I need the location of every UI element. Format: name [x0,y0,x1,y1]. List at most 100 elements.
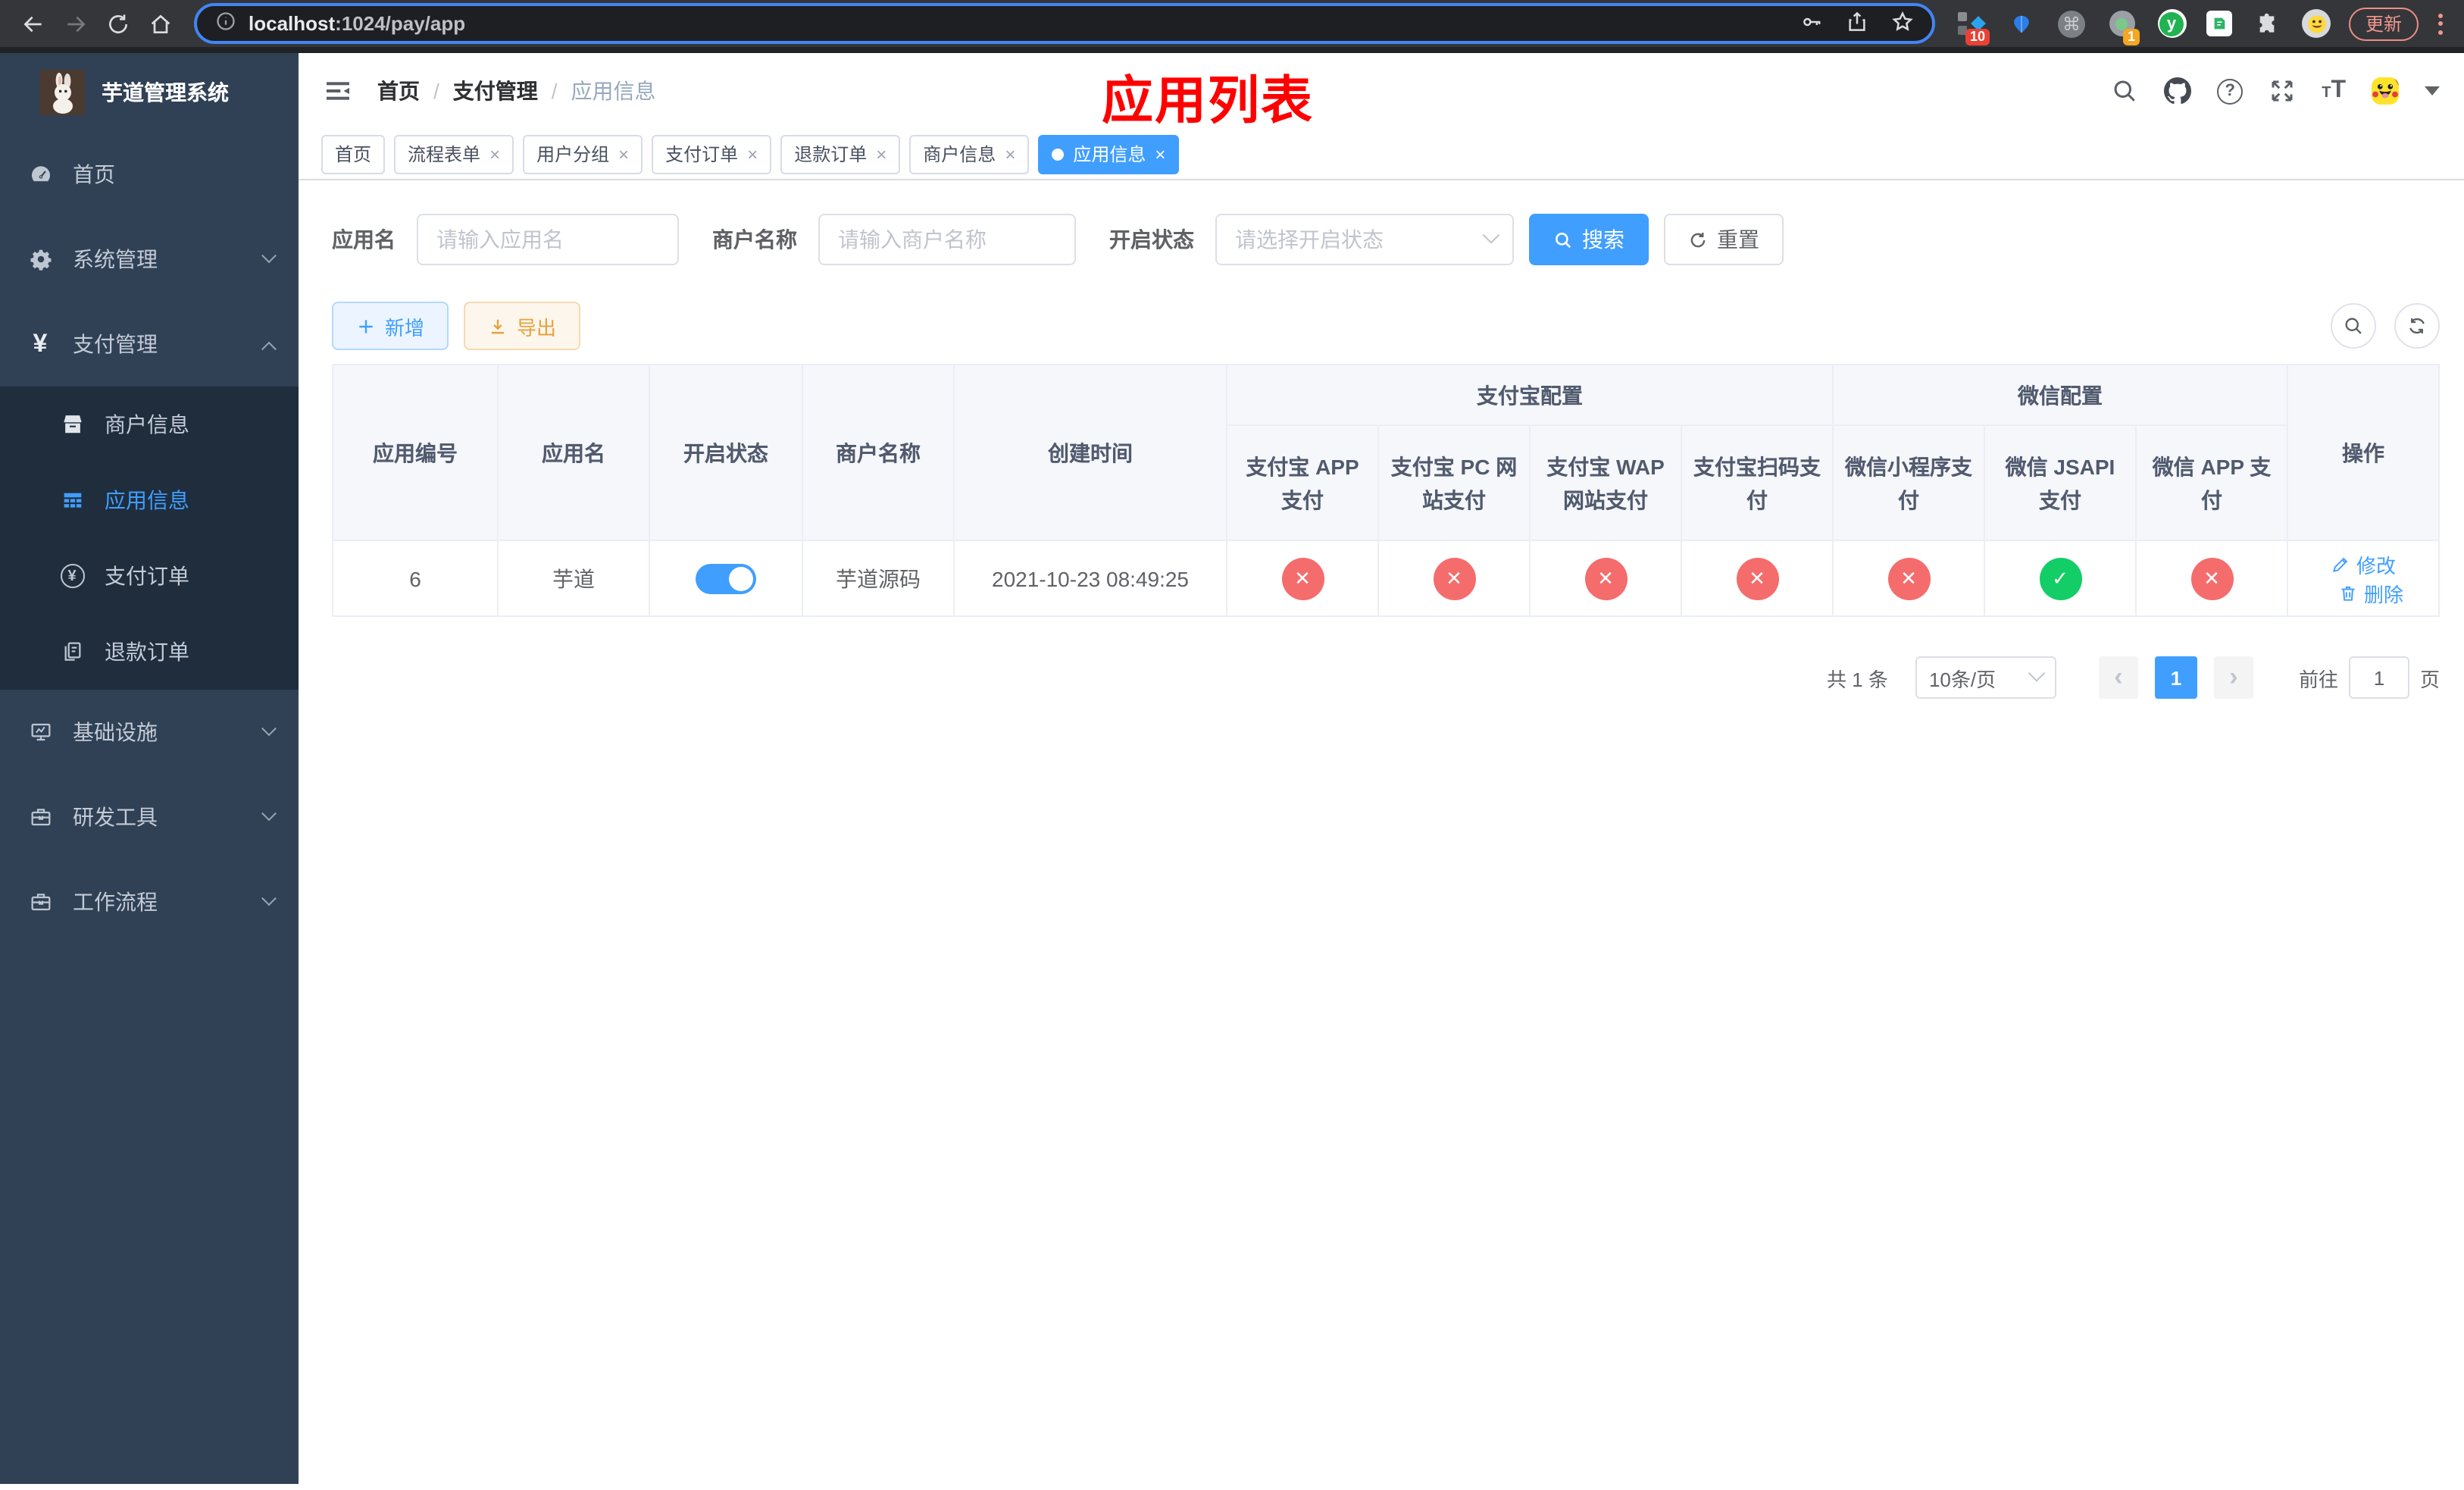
tab-app-info[interactable]: 应用信息 × [1038,134,1180,174]
bookmark-star-icon[interactable] [1891,10,1914,37]
disabled-status-icon: ✕ [1584,557,1627,599]
breadcrumb-current: 应用信息 [571,79,656,103]
extension-suspender-icon[interactable]: 10 [1956,8,1990,45]
col-header-wx-jsapi: 微信 JSAPI 支付 [1984,424,2137,541]
col-header-wx-mini: 微信小程序支付 [1832,424,1985,541]
export-button[interactable]: 导出 [464,302,581,350]
extension-emoji-icon[interactable] [2302,9,2331,38]
breadcrumb-payment[interactable]: 支付管理 [453,76,538,106]
screen: localhost:1024/pay/app 10 ⌘ 1 y 更新 芋道管理系… [0,0,2464,1490]
close-icon[interactable]: × [489,145,500,163]
tab-merchant-info[interactable]: 商户信息 × [909,134,1030,174]
goto-page-input[interactable] [2348,656,2409,699]
status-select[interactable]: 请选择开启状态 [1215,214,1514,265]
close-icon[interactable]: × [876,145,886,163]
edit-link[interactable]: 修改 [2331,549,2396,578]
plus-icon [359,319,373,333]
browser-update-button[interactable]: 更新 [2349,7,2419,40]
avatar-caret-down-icon[interactable] [2425,86,2440,95]
share-icon[interactable] [1846,10,1868,37]
tab-user-group[interactable]: 用户分组 × [523,134,643,174]
download-icon [491,318,505,333]
font-size-icon[interactable] [2322,79,2346,103]
close-icon[interactable]: × [1155,145,1165,163]
app-name-input[interactable] [417,214,679,265]
app-table: 应用编号 应用名 开启状态 商户名称 创建时间 支付宝配置 微信配置 操作 支付… [332,364,2440,617]
sidebar-item-app-info[interactable]: 应用信息 [0,462,299,538]
app-title: 芋道管理系统 [102,80,229,105]
sidebar-item-devtools[interactable]: 研发工具 [0,775,299,859]
sidebar-item-payment[interactable]: ¥ 支付管理 [0,302,299,387]
extension-yudao-icon[interactable] [2156,8,2187,39]
address-bar[interactable]: localhost:1024/pay/app [194,3,1935,44]
search-icon[interactable] [2111,77,2138,105]
urlbar-actions [1800,10,1914,37]
search-button[interactable]: 搜索 [1529,214,1649,265]
tab-home[interactable]: 首页 [321,134,386,174]
browser-home-icon[interactable] [139,2,182,45]
chevron-down-icon [261,890,277,906]
refresh-table-button[interactable] [2394,303,2440,349]
app-logo[interactable]: 芋道管理系统 [0,53,299,132]
add-button[interactable]: 新增 [332,302,449,350]
password-key-icon[interactable] [1800,10,1823,37]
reset-button[interactable]: 重置 [1664,214,1784,265]
col-header-actions: 操作 [2287,364,2440,541]
col-header-created: 创建时间 [953,364,1227,541]
close-icon[interactable]: × [747,145,758,163]
refresh-icon [1690,232,1706,247]
col-header-alipay-wap: 支付宝 WAP 网站支付 [1529,424,1682,541]
tab-label: 退款订单 [794,144,868,165]
extension-recorder-icon[interactable]: 1 [2106,8,2140,45]
sidebar-item-pay-order[interactable]: ¥ 支付订单 [0,538,299,614]
browser-reload-icon[interactable] [97,2,139,45]
sidebar-item-system[interactable]: 系统管理 [0,217,299,302]
page-size-select[interactable]: 10条/页 [1915,656,2056,699]
merchant-name-input[interactable] [818,214,1076,265]
browser-forward-icon[interactable] [55,2,97,45]
sidebar-item-workflow[interactable]: 工作流程 [0,859,299,944]
tab-refund-order[interactable]: 退款订单 × [780,134,901,174]
cell-wx-app: ✕ [2135,540,2288,617]
breadcrumb-home[interactable]: 首页 [377,76,420,106]
extension-command-icon[interactable] [2056,8,2087,39]
extensions-area: 10 1 [1956,8,2331,45]
disabled-status-icon: ✕ [1736,557,1778,599]
sidebar-item-home[interactable]: 首页 [0,132,299,217]
logo-rabbit-avatar [39,70,85,115]
delete-link[interactable]: 删除 [2338,578,2403,607]
extension-notes-icon[interactable] [2206,11,2232,36]
tab-process-form[interactable]: 流程表单 × [394,134,514,174]
store-icon [59,412,85,437]
edit-pen-icon [2332,556,2348,572]
browser-back-icon[interactable] [12,2,55,45]
search-button-label: 搜索 [1582,227,1624,252]
show-search-button[interactable] [2331,303,2376,349]
status-toggle-on[interactable] [696,563,756,593]
next-page-button[interactable]: › [2213,656,2253,699]
extensions-puzzle-icon[interactable] [2252,8,2282,39]
sidebar-item-refund-order[interactable]: 退款订单 [0,614,299,690]
page-content: 应用名 商户名称 开启状态 请选择开启状态 搜索 [299,180,2464,1484]
prev-page-button[interactable]: ‹ [2098,656,2138,699]
col-header-status: 开启状态 [649,364,803,541]
close-icon[interactable]: × [1005,145,1015,163]
table-tools [2331,303,2440,349]
cell-status [649,540,803,617]
cell-wx-jsapi: ✓ [1984,540,2137,617]
current-page-button[interactable]: 1 [2154,656,2197,699]
sidebar-item-merchant-info[interactable]: 商户信息 [0,387,299,462]
filter-form: 应用名 商户名称 开启状态 请选择开启状态 搜索 [332,214,2440,265]
extension-balloon-icon[interactable] [2006,8,2037,39]
fullscreen-icon[interactable] [2269,77,2296,105]
dashboard-icon [27,161,53,187]
help-icon[interactable] [2217,78,2244,104]
close-icon[interactable]: × [618,145,629,163]
browser-menu-icon[interactable] [2432,7,2449,40]
sidebar-item-infra[interactable]: 基础设施 [0,690,299,775]
user-avatar[interactable] [2372,77,2399,105]
sidebar-collapse-icon[interactable] [323,76,353,106]
site-info-icon[interactable] [215,11,236,36]
github-icon[interactable] [2164,77,2192,105]
tab-pay-order[interactable]: 支付订单 × [652,134,772,174]
